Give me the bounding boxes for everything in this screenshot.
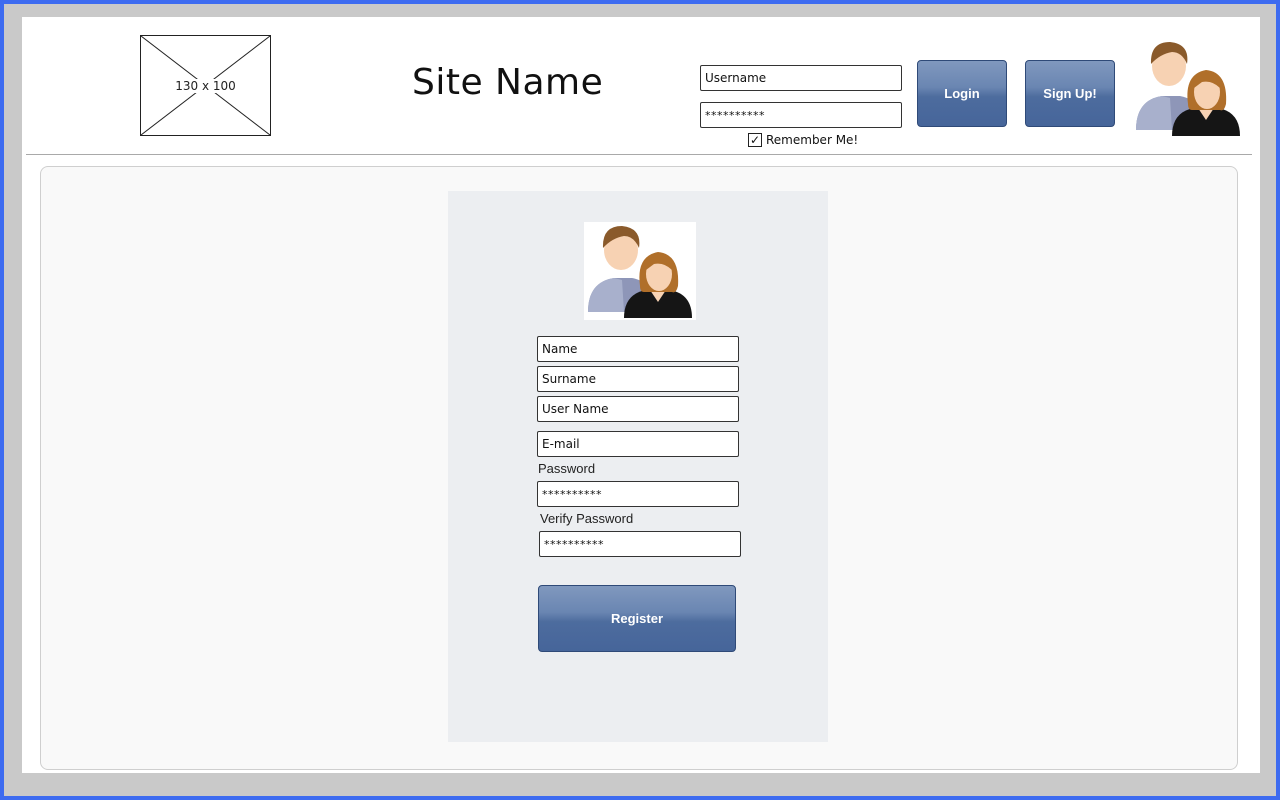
remember-me-control[interactable]: ✓ Remember Me!: [748, 133, 858, 147]
verify-password-field[interactable]: **********: [539, 531, 741, 557]
logo-placeholder-text: 130 x 100: [173, 78, 238, 93]
surname-field[interactable]: Surname: [537, 366, 739, 392]
register-button[interactable]: Register: [538, 585, 736, 652]
registration-avatar-icon: [584, 222, 696, 320]
users-icon: [1132, 38, 1244, 138]
login-button[interactable]: Login: [917, 60, 1007, 127]
password-field[interactable]: **********: [537, 481, 739, 507]
header-password-field[interactable]: **********: [700, 102, 902, 128]
remember-me-checkbox[interactable]: ✓: [748, 133, 762, 147]
header-username-field[interactable]: Username: [700, 65, 902, 91]
verify-password-label: Verify Password: [540, 511, 634, 526]
remember-me-label: Remember Me!: [766, 133, 859, 147]
header-divider: [26, 154, 1252, 155]
logo-image-placeholder: 130 x 100: [140, 35, 271, 136]
signup-button[interactable]: Sign Up!: [1025, 60, 1115, 127]
email-field[interactable]: E-mail: [537, 431, 739, 457]
password-label: Password: [538, 461, 596, 476]
site-name: Site Name: [412, 62, 604, 103]
username-field[interactable]: User Name: [537, 396, 739, 422]
name-field[interactable]: Name: [537, 336, 739, 362]
